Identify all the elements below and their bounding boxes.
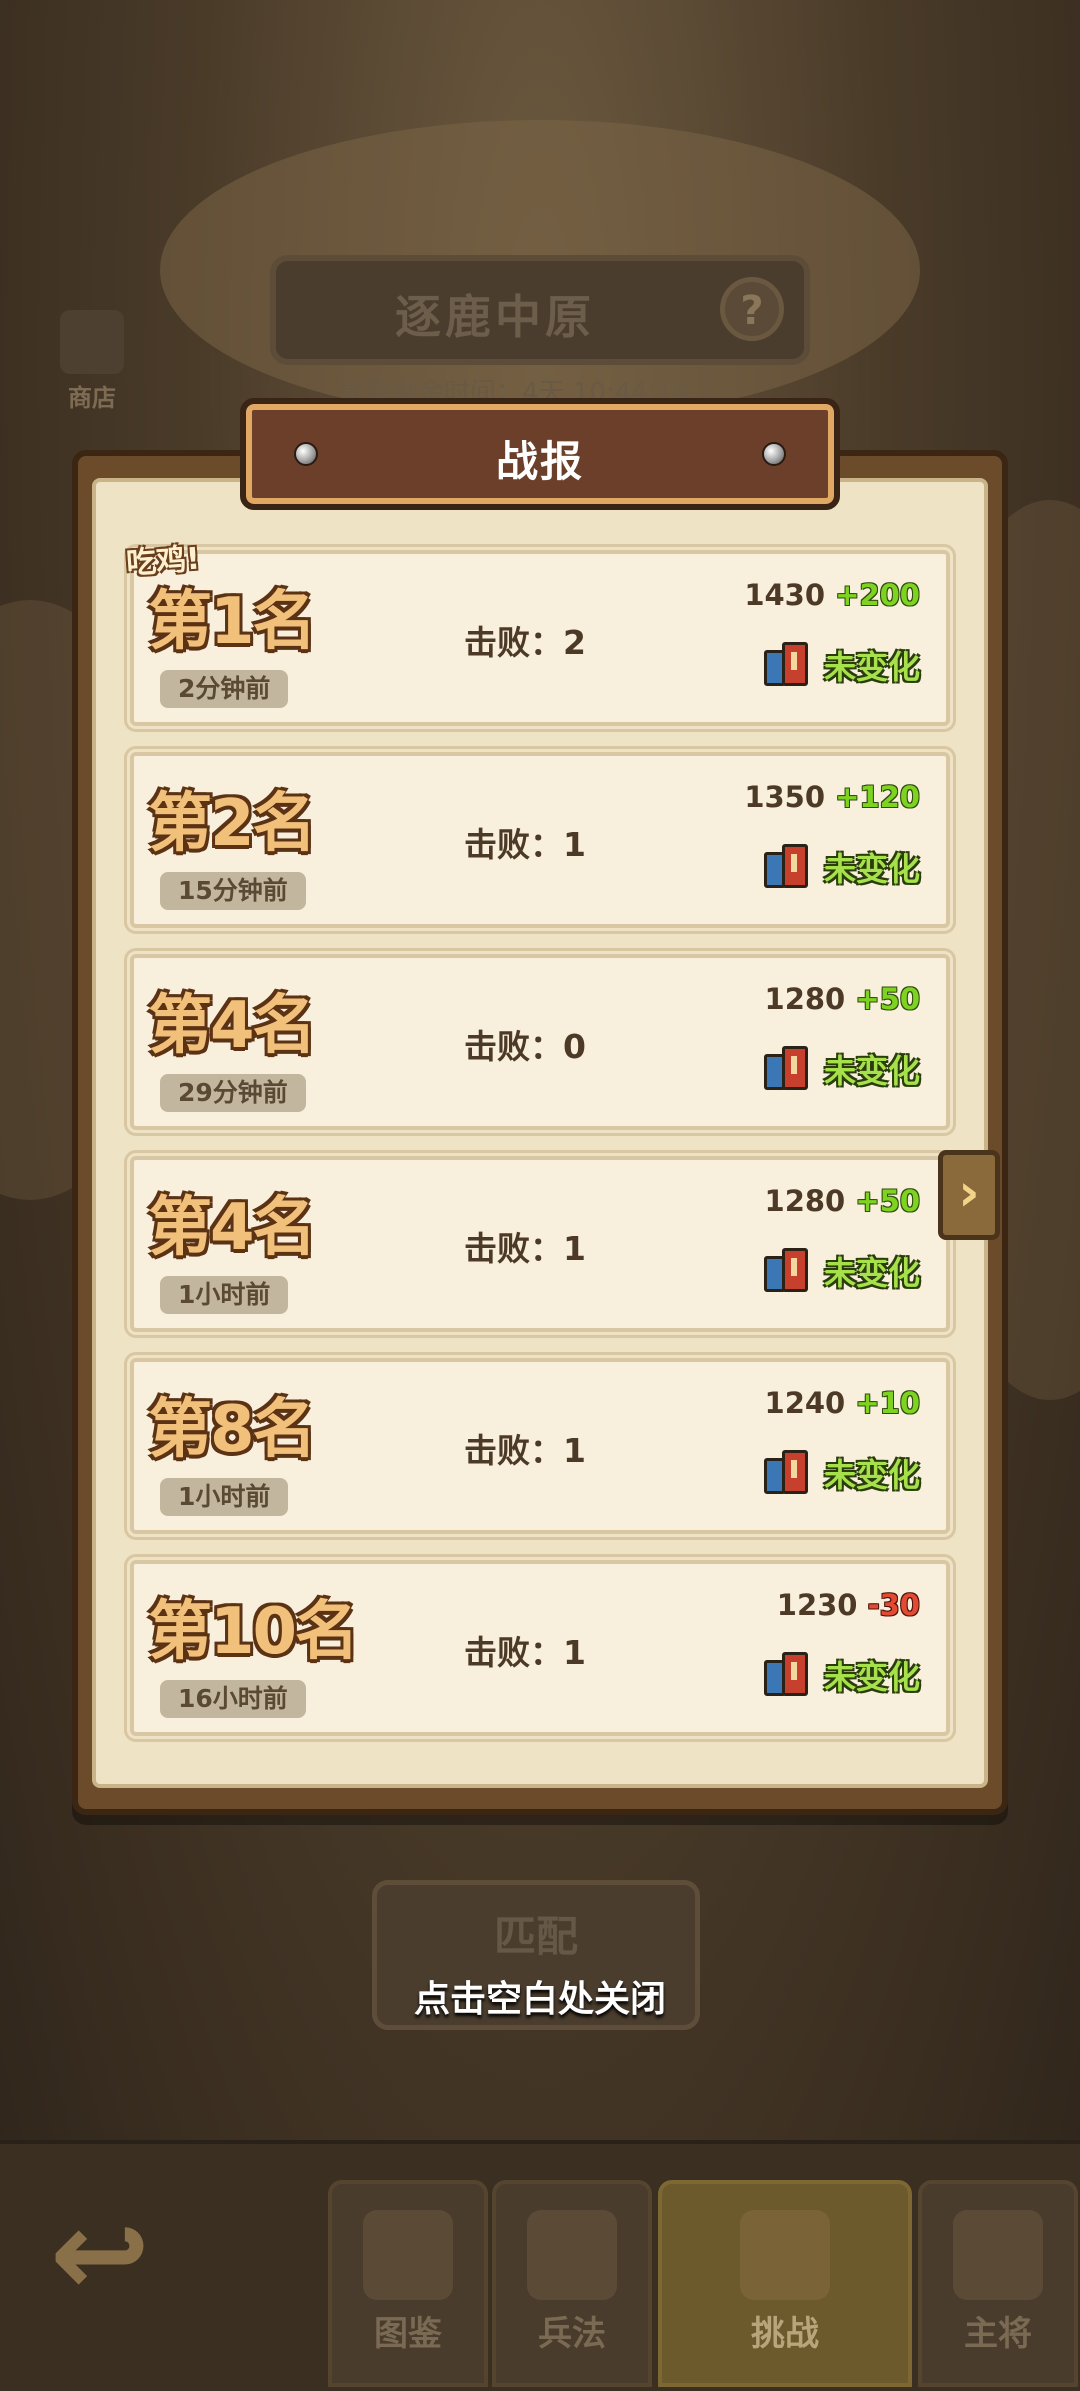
match-button-label: 匹配: [493, 1912, 578, 1961]
tab-bingfa[interactable]: 兵法: [492, 2180, 652, 2387]
time-ago-badge: 16小时前: [160, 1680, 306, 1718]
kills-count: 击败：1: [464, 1229, 586, 1268]
status-text: 未变化: [823, 1658, 920, 1696]
close-hint[interactable]: 点击空白处关闭: [0, 1970, 1080, 2022]
time-ago-badge: 15分钟前: [160, 872, 306, 910]
status-text: 未变化: [823, 1456, 920, 1494]
time-ago-badge: 29分钟前: [160, 1074, 306, 1112]
tab-label: 图鉴: [374, 2314, 442, 2354]
rank-label: 第1名: [148, 585, 317, 659]
rank-label: 第10名: [148, 1595, 359, 1669]
chevron-right-icon[interactable]: ›: [938, 1150, 1000, 1240]
battle-record-card[interactable]: 第8名 1小时前 击败：1 1240 +10 未变化: [130, 1358, 950, 1534]
status-text: 未变化: [823, 1052, 920, 1090]
rank-books-icon: [763, 1248, 816, 1294]
rank-books-icon: [763, 1046, 816, 1092]
time-ago-badge: 1小时前: [160, 1478, 289, 1516]
mode-title-banner: 逐鹿中原 ?: [270, 255, 810, 365]
tab-label: 兵法: [538, 2314, 606, 2354]
tab-label: 挑战: [751, 2314, 819, 2354]
score-line: 1350 +120: [744, 780, 920, 814]
battle-record-card[interactable]: 第10名 16小时前 击败：1 1230 -30 未变化: [130, 1560, 950, 1736]
score-delta: +50: [855, 1184, 920, 1218]
score-value: 1350: [744, 780, 826, 814]
battle-record-card[interactable]: 第1名 2分钟前 击败：2 1430 +200 未变化: [130, 550, 950, 726]
rank-status: 未变化: [763, 640, 920, 690]
rank-status: 未变化: [763, 1044, 920, 1094]
popup-header: 战报: [240, 398, 840, 510]
rank-books-icon: [763, 1652, 816, 1698]
rank-books-icon: [763, 1450, 816, 1496]
battle-record-card[interactable]: 第2名 15分钟前 击败：1 1350 +120 未变化: [130, 752, 950, 928]
rank-label: 第2名: [148, 787, 317, 861]
status-text: 未变化: [823, 1254, 920, 1292]
mode-title: 逐鹿中原: [395, 290, 595, 344]
score-value: 1230: [776, 1588, 858, 1622]
shop-icon: [60, 310, 124, 374]
status-text: 未变化: [823, 648, 920, 686]
kills-count: 击败：2: [464, 623, 586, 662]
general-icon: [953, 2210, 1043, 2300]
score-line: 1240 +10: [765, 1386, 920, 1420]
status-text: 未变化: [823, 850, 920, 888]
score-line: 1280 +50: [765, 1184, 920, 1218]
score-delta: +200: [835, 578, 920, 612]
kills-count: 击败：1: [464, 1633, 586, 1672]
time-ago-badge: 2分钟前: [160, 670, 289, 708]
rank-label: 第4名: [148, 1191, 317, 1265]
score-value: 1240: [764, 1386, 846, 1420]
time-ago-badge: 1小时前: [160, 1276, 289, 1314]
score-delta: -30: [867, 1588, 920, 1622]
score-delta: +10: [855, 1386, 920, 1420]
rank-status: 未变化: [763, 842, 920, 892]
score-line: 1280 +50: [765, 982, 920, 1016]
tab-zhujiang[interactable]: 主将: [918, 2180, 1078, 2387]
back-arrow-icon[interactable]: ↩: [10, 2180, 190, 2330]
rank-label: 第4名: [148, 989, 317, 1063]
rank-status: 未变化: [763, 1246, 920, 1296]
crossed-swords-icon: [740, 2210, 830, 2300]
building-icon: [363, 2210, 453, 2300]
score-delta: +120: [835, 780, 920, 814]
tab-tiaozhan[interactable]: 挑战: [658, 2180, 912, 2387]
help-icon[interactable]: ?: [720, 277, 784, 341]
score-line: 1430 +200: [744, 578, 920, 612]
battle-record-card[interactable]: 第4名 29分钟前 击败：0 1280 +50 未变化: [130, 954, 950, 1130]
kills-count: 击败：1: [464, 1431, 586, 1470]
score-line: 1230 -30: [777, 1588, 920, 1622]
shop-label: 商店: [68, 384, 116, 412]
tab-tujian[interactable]: 图鉴: [328, 2180, 488, 2387]
rivet-icon: [762, 442, 786, 466]
kills-count: 击败：0: [464, 1027, 586, 1066]
shop-button[interactable]: 商店: [52, 310, 132, 413]
score-value: 1280: [764, 1184, 846, 1218]
score-delta: +50: [855, 982, 920, 1016]
score-value: 1430: [744, 578, 826, 612]
scroll-icon: [527, 2210, 617, 2300]
rank-status: 未变化: [763, 1650, 920, 1700]
rank-books-icon: [763, 844, 816, 890]
tab-label: 主将: [964, 2314, 1032, 2354]
chicken-dinner-label: 吃鸡!: [125, 541, 202, 582]
rank-label: 第8名: [148, 1393, 317, 1467]
kills-count: 击败：1: [464, 825, 586, 864]
battle-record-card[interactable]: 第4名 1小时前 击败：1 1280 +50 未变化: [130, 1156, 950, 1332]
score-value: 1280: [764, 982, 846, 1016]
popup-title: 战报: [495, 437, 584, 486]
rank-books-icon: [763, 642, 816, 688]
rank-status: 未变化: [763, 1448, 920, 1498]
